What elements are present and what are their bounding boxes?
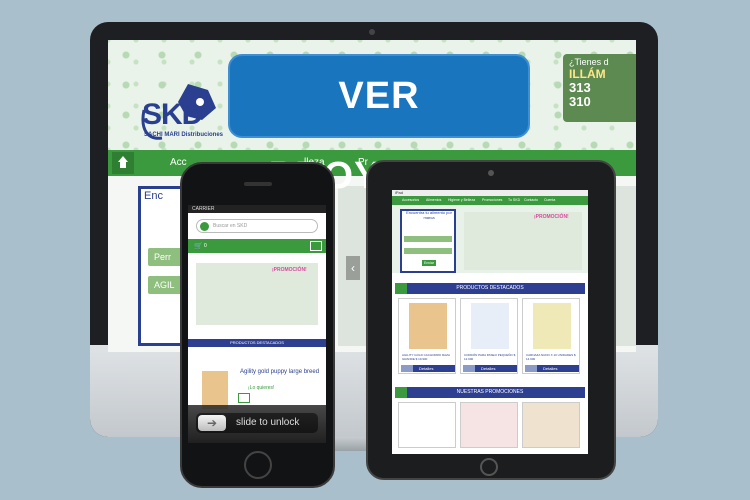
tablet-brand-select[interactable] xyxy=(404,236,452,242)
tablet-featured-title: PRODUCTOS DESTACADOS xyxy=(395,283,585,294)
search-icon xyxy=(200,222,209,231)
contact-phone-1: 313 xyxy=(569,80,591,95)
details-label: Detalles xyxy=(543,366,558,371)
star-icon xyxy=(395,283,407,294)
slider-prev-icon[interactable]: ‹ xyxy=(346,256,360,280)
logo-subtitle: SACHI MARI Distribuciones xyxy=(144,132,224,138)
tablet-nav-item[interactable]: Higiene y Belleza xyxy=(448,198,475,202)
phone-speaker xyxy=(244,182,272,186)
tablet-camera xyxy=(488,170,494,176)
promo-card[interactable] xyxy=(460,402,518,448)
tablet-promo-label: ¡PROMOCIÓN! xyxy=(534,214,569,220)
promo-icon xyxy=(395,387,407,398)
tablet-nav-item[interactable]: Contacto xyxy=(524,198,538,202)
search-placeholder: Buscar en SKD xyxy=(213,223,248,229)
tablet-search-title: Encuentra tu alimento por marca xyxy=(406,210,452,220)
arrow-right-icon[interactable]: ➔ xyxy=(198,415,226,431)
phone-home-button[interactable] xyxy=(244,451,272,479)
tablet-search-button[interactable]: Enviar xyxy=(422,260,436,266)
contact-panel: ¿Tienes d ILLÁM 313 310 xyxy=(563,54,636,122)
tablet-hero-image xyxy=(464,212,582,270)
details-label: Detalles xyxy=(481,366,496,371)
unlock-text: slide to unlock xyxy=(236,417,300,428)
logo-text: SKD xyxy=(142,98,203,131)
details-button[interactable]: Detalles xyxy=(525,365,579,372)
phone-nav-bar: 🛒 0 xyxy=(188,239,326,253)
promo-card[interactable] xyxy=(398,402,456,448)
cart-icon[interactable] xyxy=(463,365,475,372)
product-card[interactable]: CARNAZA NUDO X 10 UNIDADES $ 14.900 Deta… xyxy=(522,298,580,374)
cart-icon[interactable] xyxy=(238,393,250,403)
phone-featured-title: PRODUCTOS DESTACADOS xyxy=(188,339,326,347)
tablet-promos-title: NUESTRAS PROMOCIONES xyxy=(395,387,585,398)
product-image xyxy=(409,303,447,349)
camera-dot xyxy=(369,29,375,35)
product-name: CARNAZA NUDO X 10 UNIDADES $ 14.900 xyxy=(526,353,576,361)
product-image xyxy=(533,303,571,349)
tablet-nav-item[interactable]: Tu SKD xyxy=(508,198,520,202)
details-button[interactable]: Detalles xyxy=(401,365,455,372)
menu-icon[interactable] xyxy=(310,241,322,251)
contact-question: ¿Tienes d xyxy=(569,57,609,67)
tablet-type-select[interactable] xyxy=(404,248,452,254)
cart-icon[interactable] xyxy=(401,365,413,372)
tablet-nav: Accesorios Alimentos Higiene y Belleza P… xyxy=(392,196,588,205)
tablet-home-button[interactable] xyxy=(480,458,498,476)
details-button[interactable]: Detalles xyxy=(463,365,517,372)
phone-search-input[interactable]: Buscar en SKD xyxy=(196,219,318,233)
phone-screen: CARRIER Buscar en SKD 🛒 0 ¡PROMOCIÓN! PR… xyxy=(188,205,326,443)
home-icon[interactable] xyxy=(112,152,134,174)
tablet-screen: iPad Accesorios Alimentos Higiene y Bell… xyxy=(392,190,588,454)
phone-status-bar: CARRIER xyxy=(188,205,326,213)
contact-call: ILLÁM xyxy=(569,67,606,81)
search-title: Enc xyxy=(144,190,163,202)
lock-screen-overlay: ➔ slide to unlock xyxy=(188,405,326,443)
tablet-nav-item[interactable]: Alimentos xyxy=(426,198,441,202)
tablet-nav-item[interactable]: Cuenta xyxy=(544,198,555,202)
phone-product-name: Agility gold puppy large breed xyxy=(240,369,320,375)
cart-count: 0 xyxy=(204,243,207,249)
details-label: Detalles xyxy=(419,366,434,371)
phone-product-sub: ¡Lo quieres! xyxy=(248,385,275,391)
product-image xyxy=(471,303,509,349)
product-name: AGILITY GOLD CACHORRO RAZA GRANDE $ 19.9… xyxy=(402,353,450,361)
ver-proyecto-button[interactable]: VER PROYECTO xyxy=(228,54,530,197)
phone-promo-label: ¡PROMOCIÓN! xyxy=(272,267,307,273)
product-name: CORDÓN PARA PASEO PEQUEÑO $ 12.900 xyxy=(464,353,516,361)
tablet-nav-item[interactable]: Promociones xyxy=(482,198,502,202)
cart-icon[interactable] xyxy=(525,365,537,372)
product-card[interactable]: AGILITY GOLD CACHORRO RAZA GRANDE $ 19.9… xyxy=(398,298,456,374)
phone-product-image xyxy=(202,371,228,409)
contact-phone-2: 310 xyxy=(569,94,591,109)
promo-card[interactable] xyxy=(522,402,580,448)
cart-icon[interactable]: 🛒 xyxy=(194,242,203,250)
tablet-nav-item[interactable]: Accesorios xyxy=(402,198,419,202)
product-card[interactable]: CORDÓN PARA PASEO PEQUEÑO $ 12.900 Detal… xyxy=(460,298,518,374)
nav-item-accesorios[interactable]: Acc xyxy=(170,157,187,168)
